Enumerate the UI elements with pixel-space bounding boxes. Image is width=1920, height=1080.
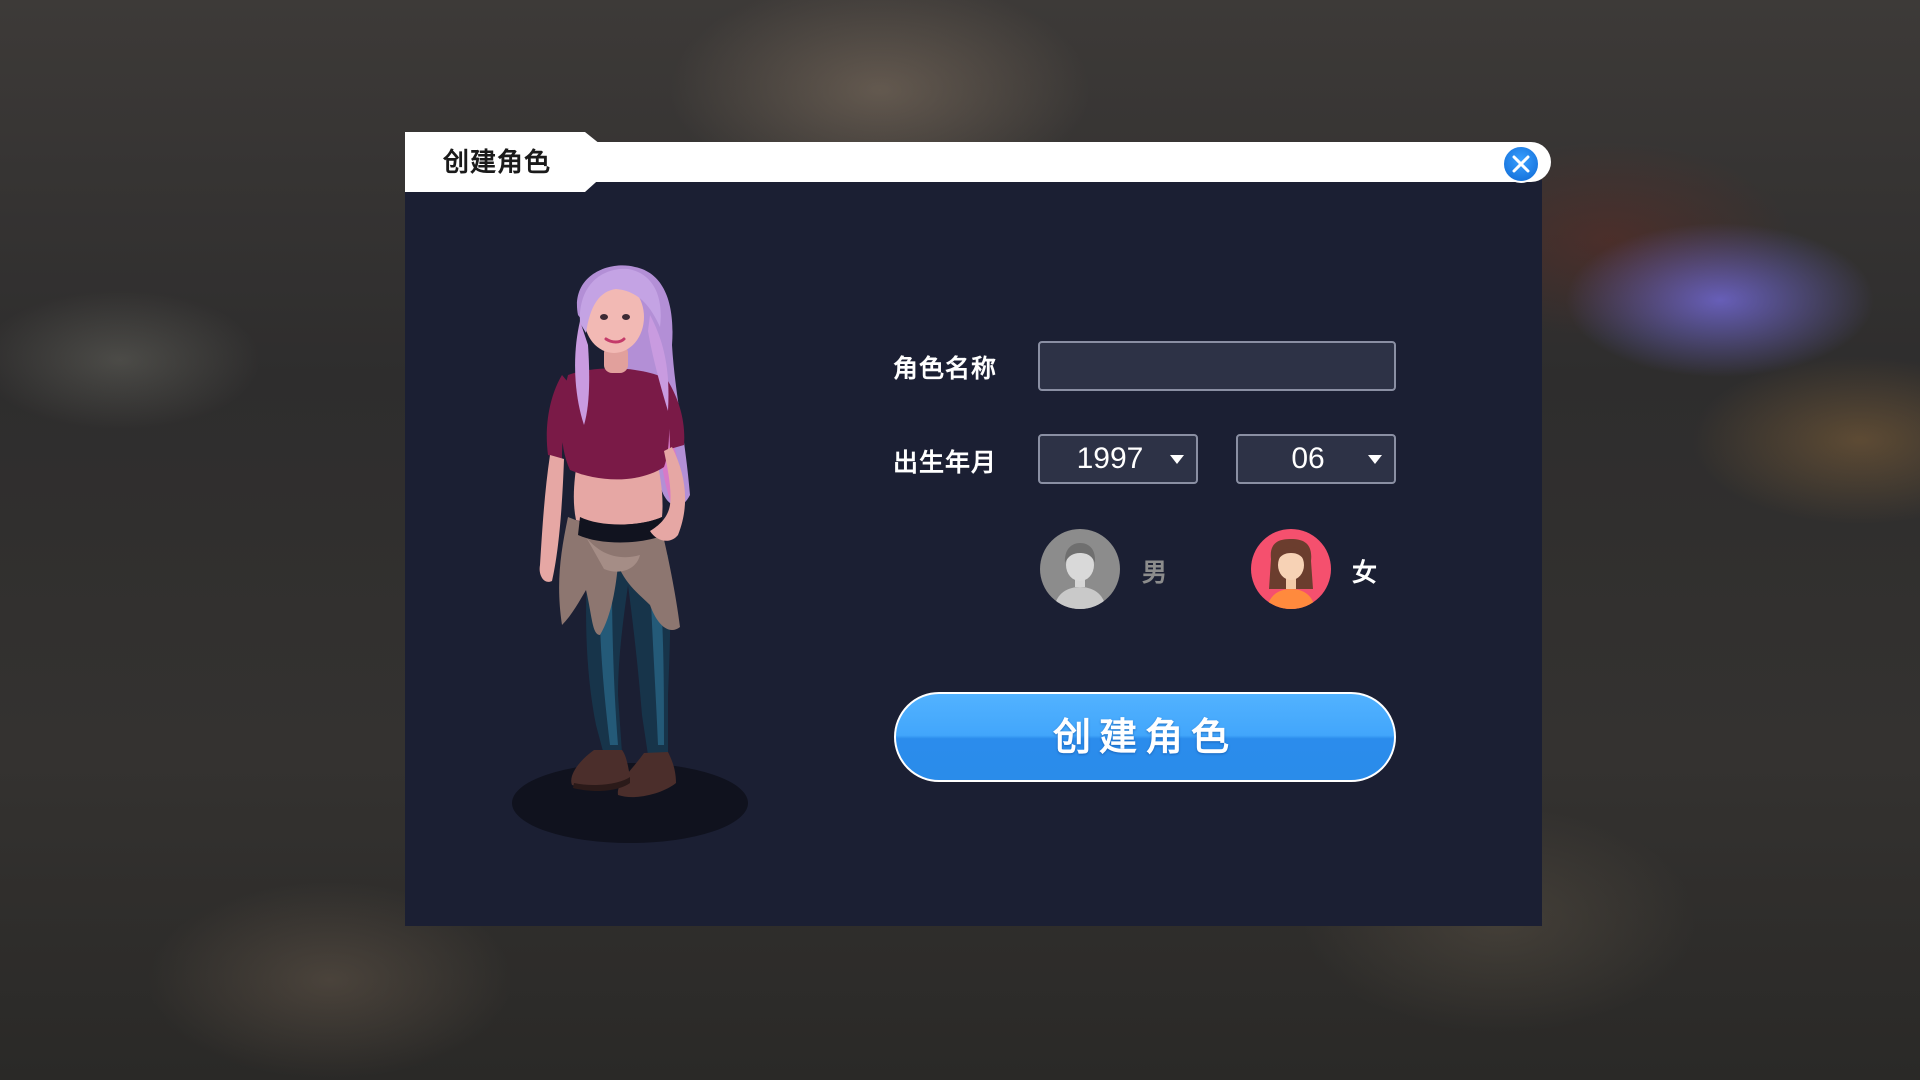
birth-month-value: 06 [1291,442,1325,475]
male-avatar-icon [1054,543,1106,609]
dropdown-arrow-icon [1170,455,1184,464]
close-icon [1512,155,1530,173]
female-avatar-icon [1267,539,1315,609]
female-option[interactable] [1251,529,1331,609]
character-arm-left [539,455,564,582]
female-label: 女 [1352,558,1378,587]
birth-label: 出生年月 [893,448,998,477]
close-button[interactable] [1502,145,1540,183]
dialog-title: 创建角色 [443,148,552,178]
name-label: 角色名称 [893,354,998,383]
character-preview [512,265,748,843]
male-label: 男 [1142,558,1168,587]
male-option[interactable] [1040,529,1120,609]
character-name-input[interactable] [1038,341,1396,391]
birth-month-select[interactable]: 06 [1236,434,1396,484]
birth-year-value: 1997 [1076,442,1144,475]
birth-year-select[interactable]: 1997 [1038,434,1198,484]
dropdown-arrow-icon [1368,455,1382,464]
create-character-button[interactable]: 创建角色 [894,692,1396,782]
